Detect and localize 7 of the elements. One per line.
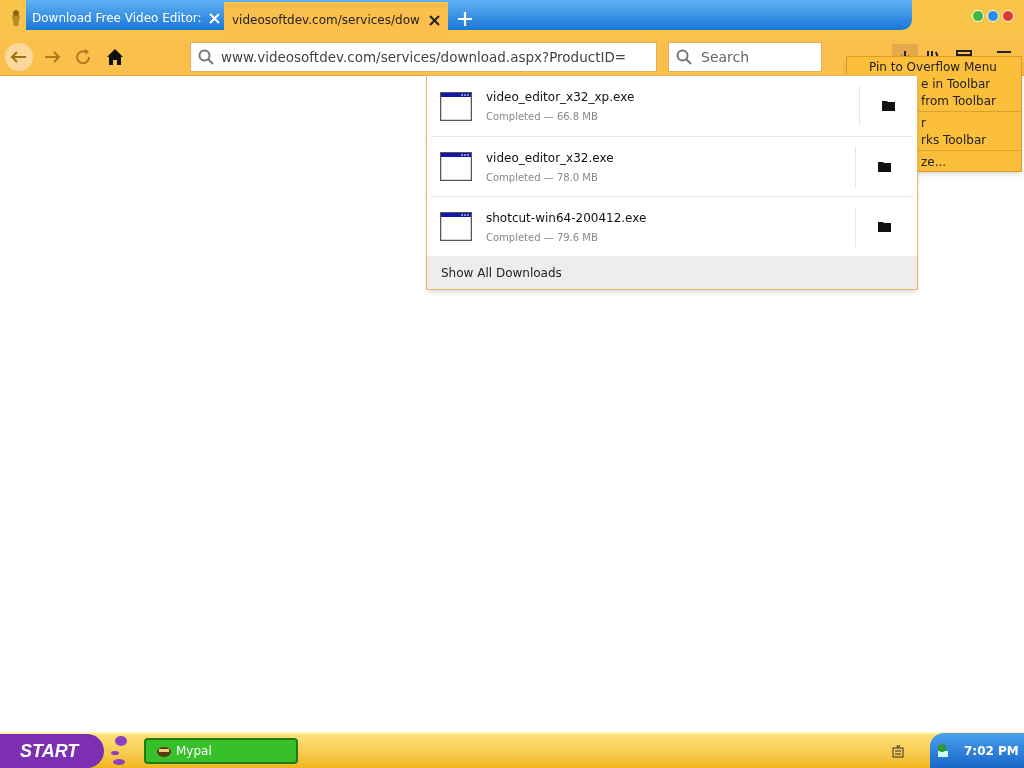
download-status: Completed — 79.6 MB [486,230,599,245]
file-name: video_editor_x32_xp.exe [486,89,636,106]
file-name: shotcut-win64-200412.exe [486,209,648,227]
download-status: Completed — 66.8 MB [486,110,599,124]
file-name: video_editor_x32.exe [486,149,615,167]
clock: 7:02 PM [964,743,1019,760]
download-status: Completed — 78.0 MB [486,170,599,185]
